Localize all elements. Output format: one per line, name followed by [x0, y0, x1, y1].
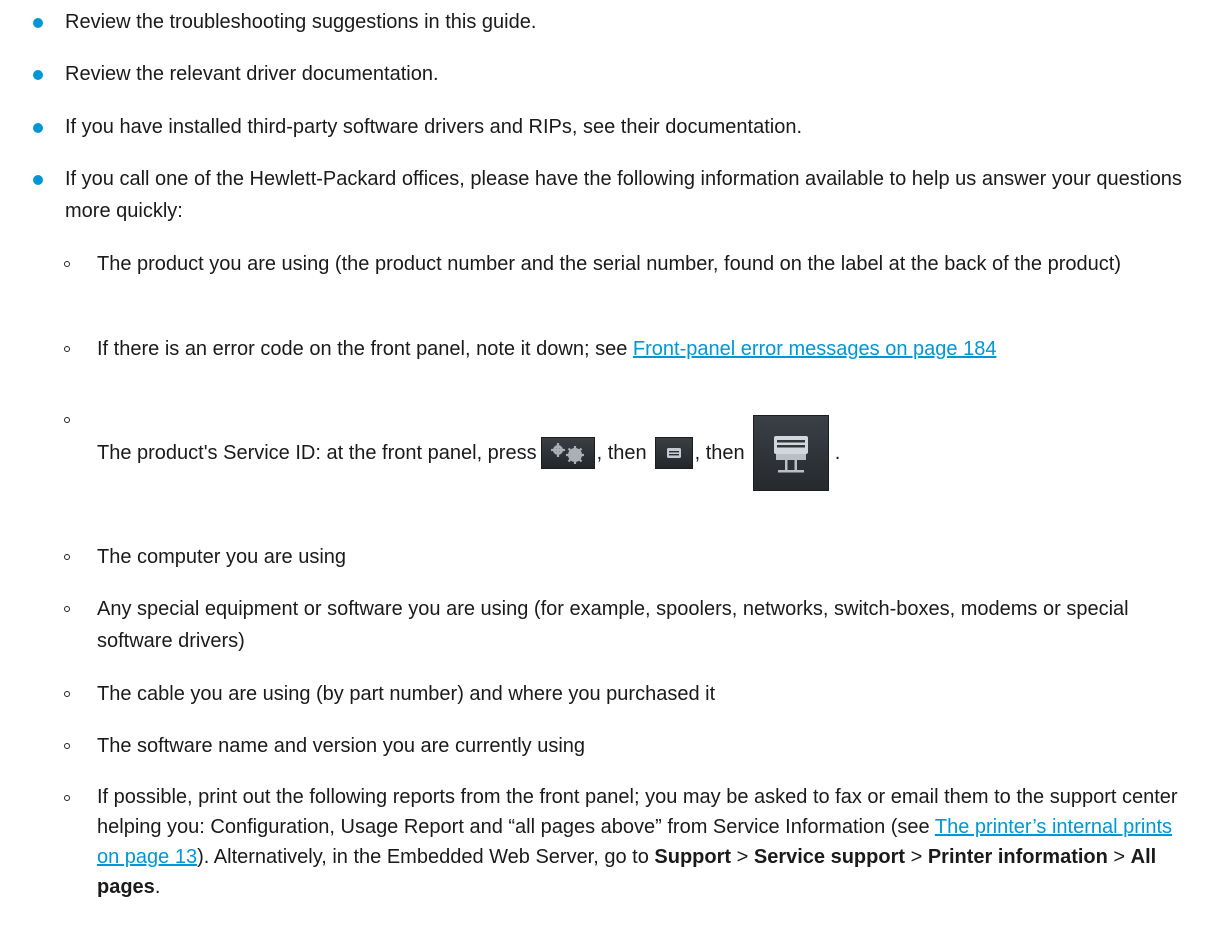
sub-bullet-icon [64, 554, 70, 560]
period-text: . [834, 441, 841, 464]
sub-bullet-icon [64, 417, 70, 423]
printer-large-icon[interactable] [752, 415, 829, 491]
bullet-text: If you call one of the Hewlett-Packard o… [65, 168, 1182, 222]
sub-bullet-icon [64, 795, 70, 801]
then-text: , then [596, 441, 647, 464]
path-separator: > [731, 846, 754, 868]
front-panel-errors-link[interactable]: Front-panel error messages on page 184 [633, 338, 997, 360]
sub-item-text: If there is an error code on the front p… [97, 333, 1197, 365]
bullet-text: If you have installed third-party softwa… [65, 116, 803, 138]
sub-bullet-icon [64, 691, 70, 697]
sub-bullet-icon [64, 743, 70, 749]
bullet-text: Review the troubleshooting suggestions i… [65, 11, 537, 33]
period-text: . [154, 876, 161, 898]
bullet-dot-icon [33, 123, 43, 133]
sub-item-text: The computer you are using [97, 546, 347, 568]
sub-item-text: The cable you are using (by part number)… [97, 683, 716, 705]
bullet-dot-icon [33, 70, 43, 80]
settings-gear-icon[interactable] [540, 437, 595, 469]
reports-text-2: ). Alternatively, in the Embedded Web Se… [197, 846, 655, 868]
bullet-dot-icon [33, 175, 43, 185]
ews-printer-information: Printer information [927, 846, 1108, 868]
printer-small-icon[interactable] [654, 437, 693, 469]
bullet-dot-icon [33, 18, 43, 28]
sub-item-service-id: The product's Service ID: at the front p… [0, 415, 1206, 497]
service-id-text: The product's Service ID: at the front p… [97, 441, 537, 464]
path-separator: > [905, 846, 928, 868]
sub-item-text: The product you are using (the product n… [97, 253, 1121, 275]
support-info-page: Review the troubleshooting suggestions i… [0, 0, 1206, 941]
sub-item-text: If possible, print out the following rep… [97, 782, 1197, 902]
sub-item-text: The software name and version you are cu… [97, 735, 586, 757]
sub-bullet-icon [64, 261, 70, 267]
then-text: , then [694, 441, 745, 464]
sub-item-text: Any special equipment or software you ar… [97, 598, 1129, 652]
sub-bullet-icon [64, 346, 70, 352]
path-separator: > [1107, 846, 1131, 868]
service-id-line: The product's Service ID: at the front p… [97, 413, 840, 493]
bullet-text: Review the relevant driver documentation… [65, 63, 439, 85]
ews-support: Support [654, 846, 732, 868]
ews-service-support: Service support [753, 846, 906, 868]
error-text: If there is an error code on the front p… [97, 338, 633, 360]
sub-bullet-icon [64, 606, 70, 612]
